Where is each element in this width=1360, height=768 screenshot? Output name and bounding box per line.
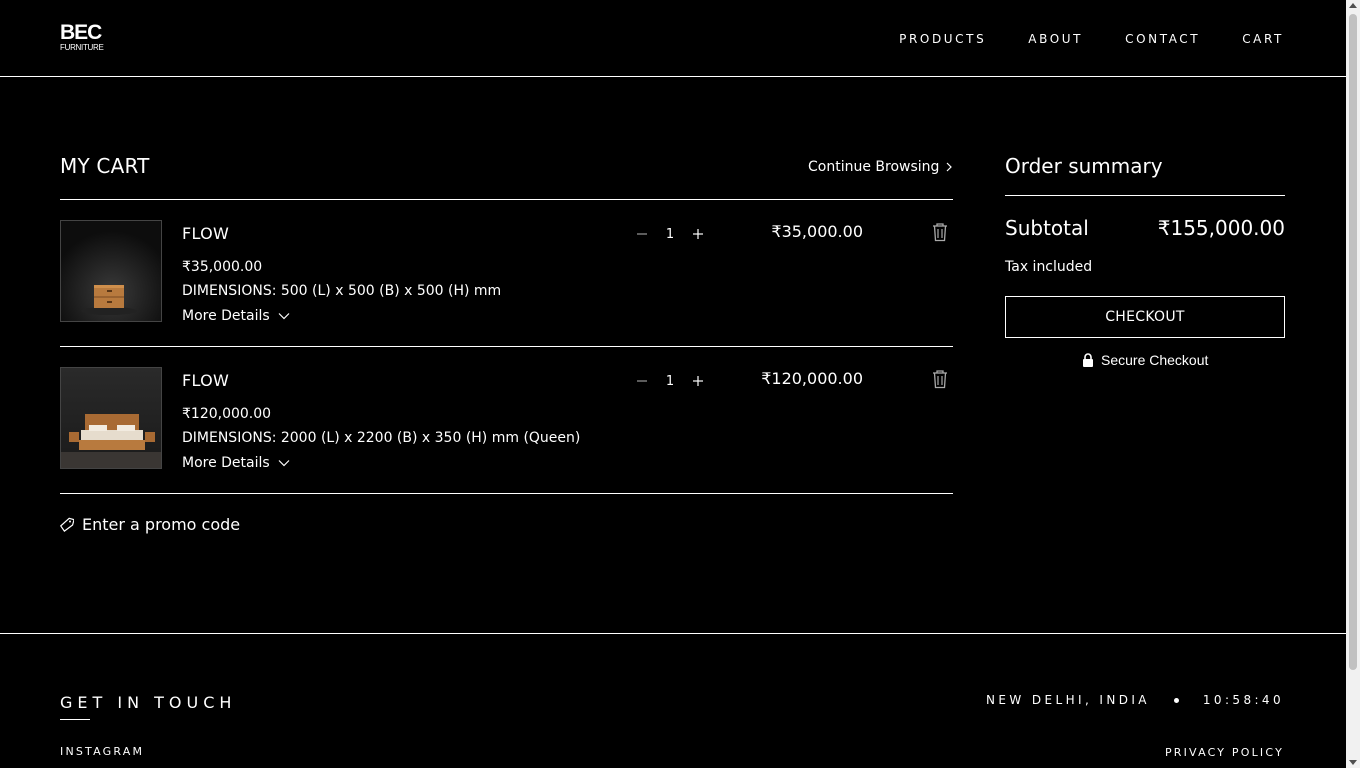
plus-icon [693, 376, 703, 386]
more-details-toggle[interactable]: More Details [182, 455, 290, 471]
promo-code-link[interactable]: Enter a promo code [60, 515, 240, 534]
minus-icon [637, 380, 647, 382]
item-unit-price: ₹120,000.00 [182, 406, 272, 422]
cart-item: FLOW ₹35,000.00 DIMENSIONS: 500 (L) x 50… [60, 220, 953, 324]
decrease-quantity-button[interactable] [634, 225, 650, 244]
location-text: NEW DELHI, INDIA [986, 693, 1150, 707]
item-unit-price: ₹35,000.00 [182, 259, 263, 275]
instagram-link[interactable]: INSTAGRAM [60, 745, 144, 758]
continue-browsing-label: Continue Browsing [808, 159, 940, 175]
more-details-toggle[interactable]: More Details [182, 308, 290, 324]
chevron-down-icon [278, 313, 290, 320]
item-dimensions: DIMENSIONS: 500 (L) x 500 (B) x 500 (H) … [182, 283, 502, 299]
trash-icon[interactable] [931, 222, 949, 242]
checkout-button[interactable]: CHECKOUT [1005, 296, 1285, 338]
product-thumbnail[interactable] [60, 367, 162, 469]
tax-note: Tax included [1005, 259, 1093, 275]
order-summary-title: Order summary [1005, 154, 1163, 178]
item-line-price: ₹35,000.00 [771, 222, 863, 241]
secure-checkout: Secure Checkout [1082, 352, 1208, 368]
quantity-value[interactable]: 1 [662, 374, 678, 389]
privacy-policy-link[interactable]: PRIVACY POLICY [1165, 746, 1284, 759]
logo-main: BEC [60, 21, 102, 44]
page: BEC FURNITURE PRODUCTS ABOUT CONTACT CAR… [0, 0, 1360, 768]
quantity-value[interactable]: 1 [662, 227, 678, 242]
more-details-label: More Details [182, 455, 270, 471]
quantity-stepper: 1 [634, 225, 706, 244]
logo[interactable]: BEC FURNITURE [60, 22, 104, 52]
separator-dot [1173, 697, 1179, 703]
more-details-label: More Details [182, 308, 270, 324]
clock-time: 10:58:40 [1202, 693, 1284, 707]
scrollbar-thumb[interactable] [1349, 14, 1357, 670]
quantity-stepper: 1 [634, 372, 706, 391]
tag-icon [60, 517, 74, 532]
site-header: BEC FURNITURE PRODUCTS ABOUT CONTACT CAR… [0, 0, 1346, 77]
location-clock: NEW DELHI, INDIA 10:58:40 [986, 693, 1284, 707]
footer-heading: GET IN TOUCH [60, 693, 237, 712]
nav-cart[interactable]: CART [1242, 32, 1284, 46]
continue-browsing-link[interactable]: Continue Browsing [808, 159, 953, 175]
divider [1005, 195, 1285, 196]
increase-quantity-button[interactable] [690, 372, 706, 391]
nav-about[interactable]: ABOUT [1028, 32, 1083, 46]
subtotal-label: Subtotal [1005, 216, 1089, 240]
footer-divider [0, 633, 1346, 634]
scroll-down-arrow-icon[interactable] [1349, 760, 1357, 765]
main-nav: PRODUCTS ABOUT CONTACT CART [857, 32, 1284, 46]
lock-icon [1083, 353, 1093, 367]
heading-underline [60, 719, 90, 720]
secure-checkout-label: Secure Checkout [1101, 352, 1209, 368]
promo-code-label: Enter a promo code [82, 515, 241, 534]
item-name[interactable]: FLOW [182, 224, 229, 243]
item-name[interactable]: FLOW [182, 371, 229, 390]
product-thumbnail[interactable] [60, 220, 162, 322]
subtotal-value: ₹155,000.00 [1157, 216, 1285, 240]
cart-item: FLOW ₹120,000.00 DIMENSIONS: 2000 (L) x … [60, 367, 953, 471]
minus-icon [637, 233, 647, 235]
trash-icon[interactable] [931, 369, 949, 389]
bed-image [61, 368, 161, 468]
scroll-up-arrow-icon[interactable] [1349, 3, 1357, 8]
item-dimensions: DIMENSIONS: 2000 (L) x 2200 (B) x 350 (H… [182, 430, 581, 446]
vertical-scrollbar[interactable] [1346, 0, 1360, 768]
plus-icon [693, 229, 703, 239]
chevron-down-icon [278, 460, 290, 467]
cart-title: MY CART [60, 154, 150, 178]
item-line-price: ₹120,000.00 [761, 369, 863, 388]
nightstand-image [61, 221, 161, 321]
increase-quantity-button[interactable] [690, 225, 706, 244]
logo-sub: FURNITURE [60, 43, 104, 52]
decrease-quantity-button[interactable] [634, 372, 650, 391]
divider [60, 493, 953, 494]
chevron-right-icon [946, 162, 953, 172]
divider [60, 199, 953, 200]
nav-products[interactable]: PRODUCTS [899, 32, 986, 46]
divider [60, 346, 953, 347]
nav-contact[interactable]: CONTACT [1125, 32, 1200, 46]
